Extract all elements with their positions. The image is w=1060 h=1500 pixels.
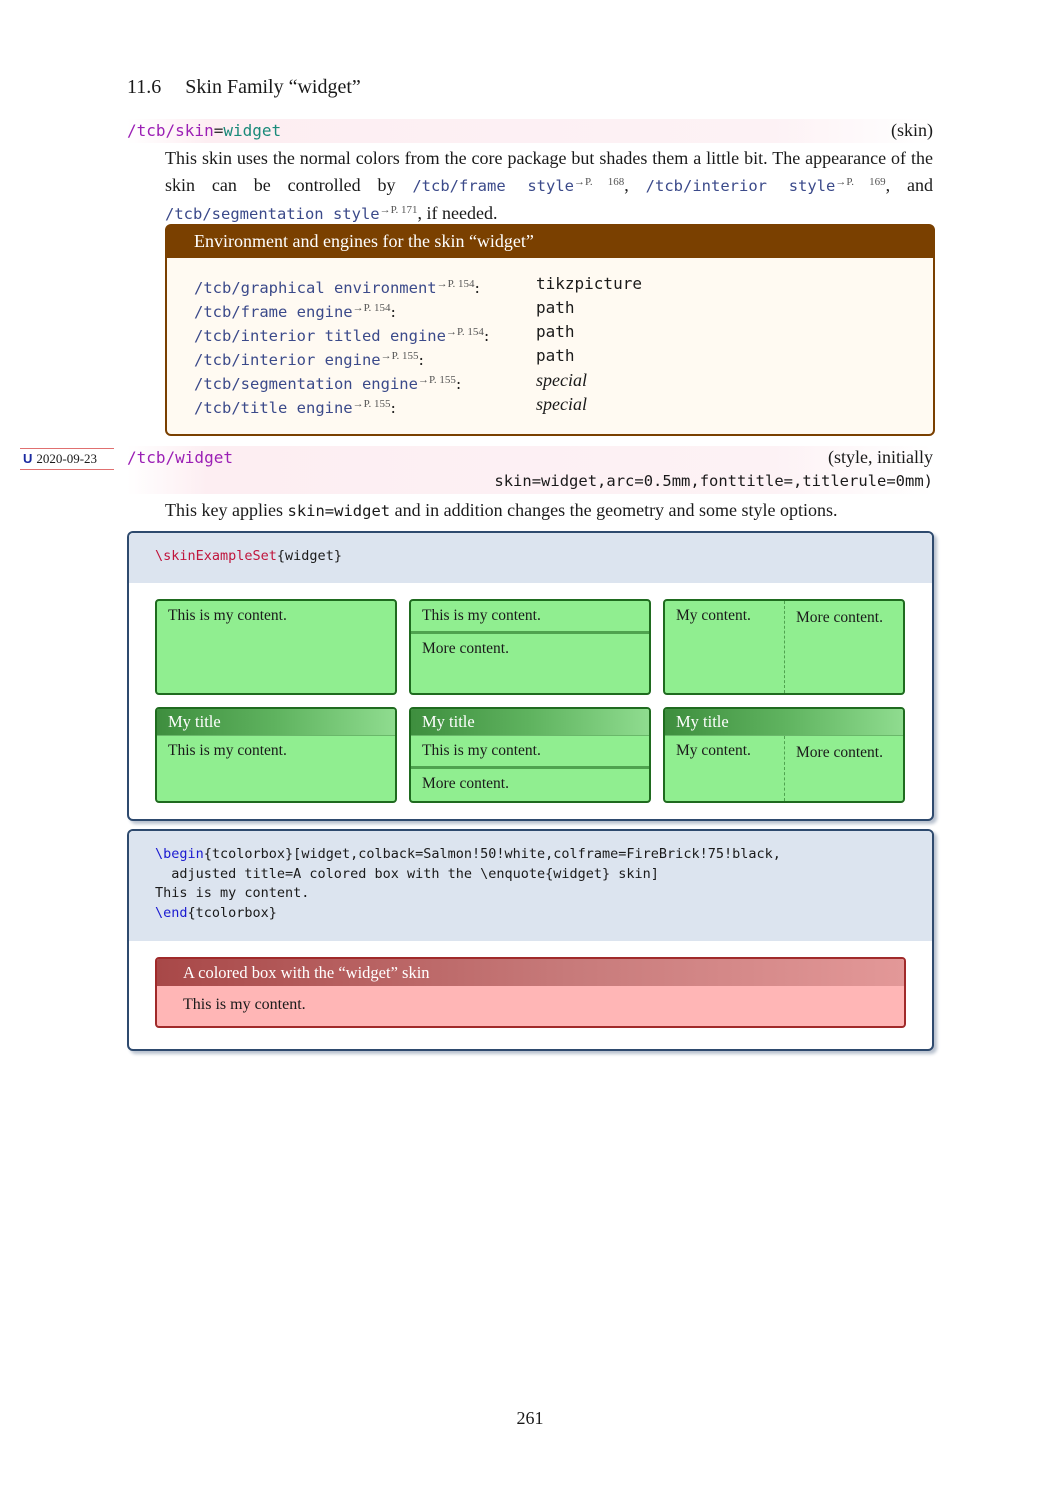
code-line: {tcolorbox} [187, 904, 277, 921]
page-ref[interactable]: →P. 168 [574, 176, 624, 188]
widget-example-box: This is my content. [155, 599, 397, 695]
box-right: More content. [796, 744, 883, 761]
page-ref[interactable]: →P. 155 [353, 398, 391, 410]
page-ref[interactable]: →P. 155 [381, 350, 419, 362]
environment-rows: /tcb/graphical environment→P. 154: tikzpi… [167, 258, 933, 417]
engine-key-link[interactable]: /tcb/title engine [194, 399, 353, 417]
interior-style-link[interactable]: /tcb/interior style [646, 177, 836, 195]
widget-key-type: (style, initially [828, 447, 933, 467]
box-content: This is my content. [168, 742, 287, 759]
box-title: My title [411, 709, 649, 736]
code-line: This is my content. [155, 885, 310, 901]
widget-example-box: My content. More content. [663, 599, 905, 695]
segment-divider [784, 736, 785, 801]
segment-divider [784, 601, 785, 693]
box-left: My content. [676, 607, 751, 624]
box-title: My title [157, 709, 395, 736]
engine-key-link[interactable]: /tcb/graphical environment [194, 279, 437, 297]
widget-example-box: My title This is my content. More content. [409, 707, 651, 803]
box-lower: More content. [411, 766, 649, 799]
box-left: My content. [676, 742, 751, 759]
page-ref[interactable]: →P. 154 [446, 326, 484, 338]
environment-row: /tcb/title engine→P. 155: special [194, 392, 933, 417]
page-number: 261 [516, 1408, 544, 1428]
page-ref[interactable]: →P. 155 [418, 374, 456, 386]
page-ref[interactable]: →P. 154 [437, 278, 475, 290]
frame-style-link[interactable]: /tcb/frame style [412, 177, 574, 195]
colon: : [483, 326, 490, 345]
colon: : [455, 374, 462, 393]
red-box-title: A colored box with the “widget” skin [157, 959, 904, 986]
engine-key-link[interactable]: /tcb/interior titled engine [194, 327, 446, 345]
colon: : [474, 278, 480, 297]
desc-text: , and [885, 175, 934, 195]
environment-box: Environment and engines for the skin “wi… [165, 224, 935, 436]
code-line: adjusted title=A colored box with the \e… [155, 865, 659, 882]
box-upper: This is my content. [422, 742, 541, 759]
update-badge: U 2020-09-23 [20, 448, 114, 470]
skin-key: /tcb/skin=widget [127, 121, 281, 140]
environment-row: /tcb/frame engine→P. 154: path [194, 296, 933, 321]
key-path: /tcb/skin [127, 121, 214, 140]
segmentation-style-link[interactable]: /tcb/segmentation style [165, 205, 380, 223]
desc-text: , if needed. [417, 203, 498, 223]
desc-text: and in addition changes the geometry and… [390, 500, 838, 520]
widget-example-box: This is my content. More content. [409, 599, 651, 695]
code-command: \skinExampleSet [155, 548, 277, 564]
key-value: widget [223, 121, 282, 140]
box-title: My title [665, 709, 903, 736]
desc-text: This key applies [165, 500, 288, 520]
page-ref[interactable]: →P. 169 [835, 176, 885, 188]
skin-key-type: (skin) [891, 120, 933, 140]
widget-description: This key applies skin=widget and in addi… [165, 498, 933, 523]
engine-value: special [536, 394, 587, 414]
environment-row: /tcb/segmentation engine→P. 155: special [194, 368, 933, 393]
red-widget-box: A colored box with the “widget” skin Thi… [155, 957, 906, 1028]
page-ref[interactable]: →P. 154 [353, 302, 391, 314]
box-content: This is my content. [168, 607, 287, 624]
update-letter: U [23, 451, 33, 466]
code-begin: \begin [155, 846, 204, 862]
box-lower: More content. [411, 631, 649, 664]
section-number: 11.6 [127, 76, 162, 98]
example-box-2: \begin{tcolorbox}[widget,colback=Salmon!… [127, 829, 934, 1051]
engine-value: tikzpicture [536, 274, 642, 293]
section-title: Skin Family “widget” [185, 76, 361, 98]
engine-value: path [536, 346, 575, 365]
colon: : [418, 350, 424, 369]
box-upper: This is my content. [422, 607, 541, 624]
key-eq: = [213, 121, 224, 140]
engine-key-link[interactable]: /tcb/interior engine [194, 351, 381, 369]
widget-example-box: My title My content. More content. [663, 707, 905, 803]
example-box-1: \skinExampleSet{widget} This is my conte… [127, 531, 934, 821]
widget-example-box: My title This is my content. [155, 707, 397, 803]
environment-row: /tcb/graphical environment→P. 154: tikzpi… [194, 272, 933, 297]
update-date: 2020-09-23 [36, 451, 98, 466]
box-right: More content. [796, 609, 883, 626]
code-arg: {widget} [276, 548, 342, 564]
colon: : [390, 398, 396, 417]
environment-row: /tcb/interior titled engine→P. 154: path [194, 320, 933, 345]
skin-description: This skin uses the normal colors from th… [165, 146, 933, 226]
environment-row: /tcb/interior engine→P. 155: path [194, 344, 933, 369]
engine-value: path [536, 298, 575, 317]
desc-text: , [624, 175, 646, 195]
desc-code: skin=widget [287, 502, 391, 520]
widget-key: /tcb/widget [127, 448, 233, 467]
section-heading: 11.6 Skin Family “widget” [127, 76, 361, 99]
environment-box-title: Environment and engines for the skin “wi… [167, 226, 933, 258]
code-end: \end [155, 904, 188, 921]
code-line: {tcolorbox}[widget,colback=Salmon!50!whi… [203, 846, 781, 862]
engine-key-link[interactable]: /tcb/segmentation engine [194, 375, 418, 393]
engine-value: path [536, 322, 575, 341]
widget-key-initial: skin=widget,arc=0.5mm,fonttitle=,titleru… [494, 472, 933, 490]
example-code-1: \skinExampleSet{widget} [129, 533, 932, 583]
engine-key-link[interactable]: /tcb/frame engine [194, 303, 353, 321]
example-code-2: \begin{tcolorbox}[widget,colback=Salmon!… [129, 831, 932, 941]
red-box-content: This is my content. [183, 996, 306, 1013]
engine-value: special [536, 370, 587, 390]
colon: : [390, 302, 396, 321]
page-ref[interactable]: →P. 171 [380, 204, 418, 216]
